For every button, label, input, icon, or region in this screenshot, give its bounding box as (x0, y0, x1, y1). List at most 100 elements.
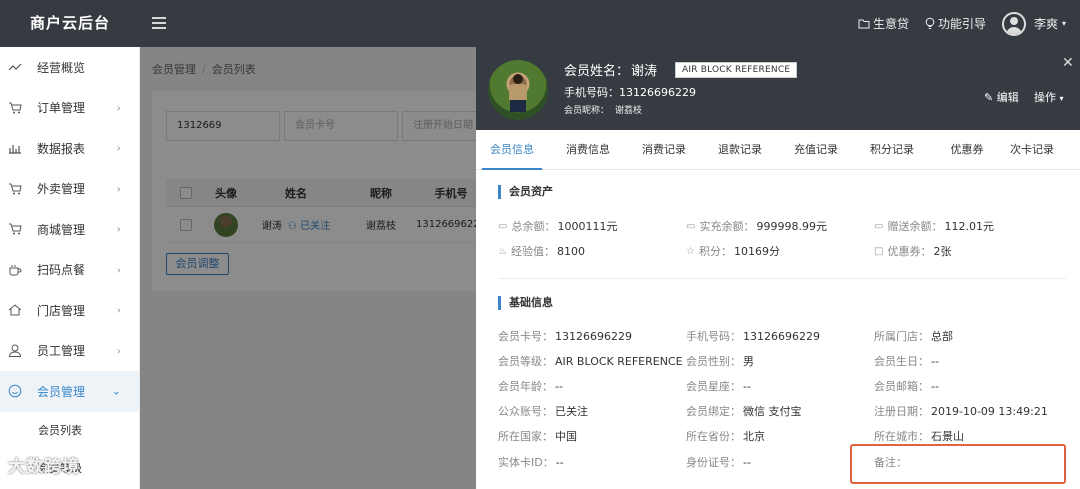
real-balance: ▭ 实充余额： 999998.99元 (686, 220, 827, 233)
home-icon (8, 303, 22, 317)
operations-dropdown[interactable]: 操作 ▾ (1034, 89, 1064, 105)
chevron-right-icon: › (116, 141, 121, 155)
member-detail-drawer: 会员姓名： 谢涛 AIR BLOCK REFERENCE 手机号码：131266… (476, 47, 1080, 489)
sidebar-item-orders[interactable]: 订单管理 › (0, 88, 139, 129)
physical-card-id: 实体卡ID： -- (498, 455, 564, 470)
fire-icon: ♨ (498, 245, 507, 257)
user-name: 李爽 (1033, 17, 1058, 31)
pencil-icon: ✎ (984, 91, 994, 104)
member-gender: 会员性别：男 (686, 355, 754, 368)
card-icon: ▭ (686, 220, 696, 232)
points-value: ☆ 积分： 10169分 (686, 245, 780, 258)
coupon-icon: □ (874, 245, 884, 257)
card-icon: ▭ (498, 220, 508, 232)
watermark: 大数跨境 (8, 457, 80, 477)
edit-button[interactable]: ✎ 编辑 (984, 89, 1019, 105)
city: 所在城市： 石景山 (874, 430, 964, 443)
sidebar-item-scan-order[interactable]: 扫码点餐 › (0, 250, 139, 291)
loan-link[interactable]: 生意贷 (858, 15, 909, 32)
sidebar-item-label: 订单管理 (37, 101, 86, 116)
tab-consumption-records[interactable]: 消费记录 (634, 130, 694, 170)
cart-icon (8, 101, 22, 115)
top-right-actions: 生意贷 功能引导 李爽 ▾ (858, 0, 1080, 47)
wechat-account: 公众账号： 已关注 (498, 405, 588, 418)
sidebar-item-label: 门店管理 (37, 303, 86, 318)
tab-member-info[interactable]: 会员信息 (482, 130, 542, 170)
member-avatar (488, 60, 548, 120)
sidebar-item-label: 经营概览 (37, 60, 86, 75)
home-store: 所属门店： 总部 (874, 330, 953, 343)
guide-label: 功能引导 (937, 17, 986, 31)
card-icon: ▭ (874, 220, 884, 232)
sidebar-item-label: 扫码点餐 (37, 263, 86, 278)
drawer-tabs: 会员信息 消费信息 消费记录 退款记录 充值记录 积分记录 优惠券 次卡记录 (476, 130, 1080, 170)
user-avatar[interactable] (1001, 11, 1026, 36)
app-title: 商户云后台 (29, 14, 110, 32)
member-level-badge: AIR BLOCK REFERENCE (675, 61, 798, 78)
tab-coupons[interactable]: 优惠券 (937, 130, 997, 170)
sidebar-item-staff[interactable]: 员工管理 › (0, 331, 139, 372)
close-icon[interactable]: ✕ (1062, 55, 1074, 71)
member-binding: 会员绑定： 微信 支付宝 (686, 405, 802, 418)
phone-number: 手机号码： 13126696229 (686, 329, 820, 344)
tab-recharge-records[interactable]: 充值记录 (786, 130, 846, 170)
tab-refund-records[interactable]: 退款记录 (710, 130, 770, 170)
guide-link[interactable]: 功能引导 (925, 15, 986, 32)
sidebar-item-overview[interactable]: 经营概览 (0, 47, 139, 88)
cart-icon (8, 182, 22, 196)
star-icon: ☆ (686, 245, 695, 257)
sidebar-item-members[interactable]: 会员管理 ⌄ (0, 371, 139, 412)
country: 所在国家： 中国 (498, 430, 577, 443)
register-date: 注册日期： 2019-10-09 13:49:21 (874, 404, 1048, 419)
member-phone: 手机号码：13126696229 (564, 86, 696, 99)
province: 所在省份： 北京 (686, 430, 765, 443)
cup-icon (8, 263, 22, 277)
experience-value: ♨ 经验值： 8100 (498, 244, 585, 259)
person-icon (8, 344, 22, 358)
caret-down-icon: ▾ (1061, 19, 1066, 28)
member-name: 谢涛 (631, 64, 658, 79)
drawer-header: 会员姓名： 谢涛 AIR BLOCK REFERENCE 手机号码：131266… (476, 47, 1080, 130)
tab-punch-card-records[interactable]: 次卡记录 (1002, 130, 1062, 170)
chevron-right-icon: › (116, 344, 121, 358)
sidebar-item-takeout[interactable]: 外卖管理 › (0, 169, 139, 210)
member-name-label: 会员姓名： (564, 64, 630, 79)
section-divider (498, 278, 1066, 279)
sidebar-item-label: 员工管理 (37, 344, 86, 359)
id-number: 身份证号： -- (686, 455, 751, 470)
chevron-down-icon: ⌄ (111, 384, 121, 398)
chevron-right-icon: › (116, 263, 121, 277)
smile-icon (8, 384, 22, 398)
gift-balance: ▭ 赠送余额： 112.01元 (874, 220, 994, 233)
menu-toggle-icon[interactable] (152, 17, 166, 29)
member-level: 会员等级： AIR BLOCK REFERENCE (498, 354, 683, 369)
sidebar-item-mall[interactable]: 商城管理 › (0, 209, 139, 250)
chevron-right-icon: › (116, 303, 121, 317)
sidebar-item-label: 数据报表 (37, 141, 86, 156)
sidebar-item-label: 商城管理 (37, 222, 86, 237)
member-zodiac: 会员星座： -- (686, 379, 751, 394)
sidebar: 经营概览 订单管理 › 数据报表 › 外卖管理 › 商城管理 › 扫码点餐 › … (0, 47, 140, 489)
top-bar: 商户云后台 生意贷 功能引导 李爽 ▾ (0, 0, 1080, 47)
sidebar-item-reports[interactable]: 数据报表 › (0, 128, 139, 169)
section-title-assets: 会员资产 (498, 185, 553, 199)
bar-chart-icon (8, 141, 22, 155)
chevron-right-icon: › (116, 222, 121, 236)
user-menu[interactable]: 李爽 ▾ (1034, 15, 1066, 32)
loan-label: 生意贷 (872, 17, 909, 31)
sidebar-item-label: 外卖管理 (37, 182, 86, 197)
bulb-icon (925, 17, 935, 29)
coupons-value: □ 优惠券： 2张 (874, 245, 952, 258)
tab-points-records[interactable]: 积分记录 (862, 130, 922, 170)
member-birthday: 会员生日： -- (874, 354, 939, 369)
sidebar-item-stores[interactable]: 门店管理 › (0, 290, 139, 331)
member-age: 会员年龄： -- (498, 379, 563, 394)
sidebar-item-label: 会员管理 (37, 384, 86, 399)
folder-icon (858, 19, 870, 29)
modal-overlay[interactable] (140, 47, 476, 489)
tab-consumption-info[interactable]: 消费信息 (558, 130, 618, 170)
member-email: 会员邮箱： -- (874, 379, 939, 394)
total-balance: ▭ 总余额： 1000111元 (498, 220, 618, 233)
sidebar-subitem-member-list[interactable]: 会员列表 (0, 412, 139, 450)
member-nickname: 会员昵称： 谢荔枝 (564, 106, 643, 116)
